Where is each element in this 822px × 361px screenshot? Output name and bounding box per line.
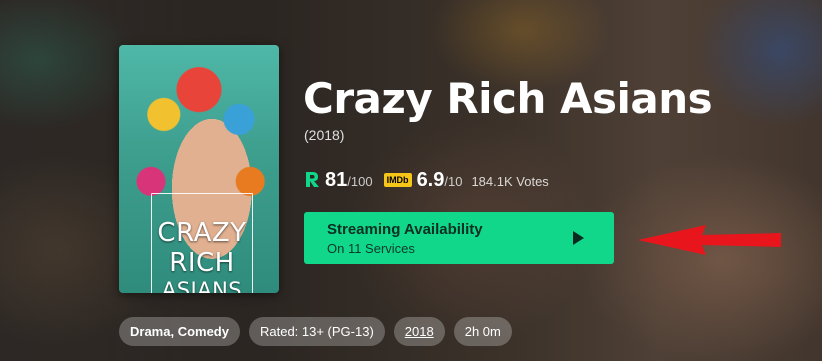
reelgood-logo-icon	[306, 172, 319, 187]
play-icon	[573, 231, 584, 245]
streaming-button-subtitle: On 11 Services	[327, 241, 415, 256]
imdb-votes: 184.1K Votes	[471, 174, 549, 189]
poster-title-line-1: CRAZY	[157, 217, 247, 248]
ratings-row: 81 /100 IMDb 6.9 /10 184.1K Votes	[304, 169, 549, 192]
movie-poster[interactable]: CRAZY RICH ASIANS	[119, 45, 279, 293]
streaming-availability-button[interactable]: Streaming Availability On 11 Services	[304, 212, 614, 264]
imdb-score: 6.9	[416, 169, 445, 191]
poster-title-line-2: RICH	[169, 247, 235, 278]
streaming-button-title: Streaming Availability	[327, 221, 483, 238]
red-arrow-icon	[638, 225, 781, 255]
year-tag-label[interactable]: 2018	[405, 324, 434, 339]
movie-year: (2018)	[304, 127, 345, 143]
reelgood-score-max: /100	[347, 174, 373, 189]
reelgood-score: 81	[325, 169, 348, 191]
imdb-logo-icon: IMDb	[383, 173, 412, 187]
genre-tag: Drama, Comedy	[119, 317, 240, 346]
imdb-score-max: /10	[444, 174, 463, 189]
movie-tags: Drama, Comedy Rated: 13+ (PG-13) 2018 2h…	[119, 317, 512, 346]
movie-title: Crazy Rich Asians	[303, 74, 713, 123]
poster-title-box: CRAZY RICH ASIANS	[151, 193, 253, 293]
runtime-tag: 2h 0m	[453, 317, 512, 346]
poster-title-line-3: ASIANS	[161, 277, 243, 293]
year-tag-link[interactable]: 2018	[393, 317, 445, 346]
rating-tag: Rated: 13+ (PG-13)	[248, 317, 385, 346]
